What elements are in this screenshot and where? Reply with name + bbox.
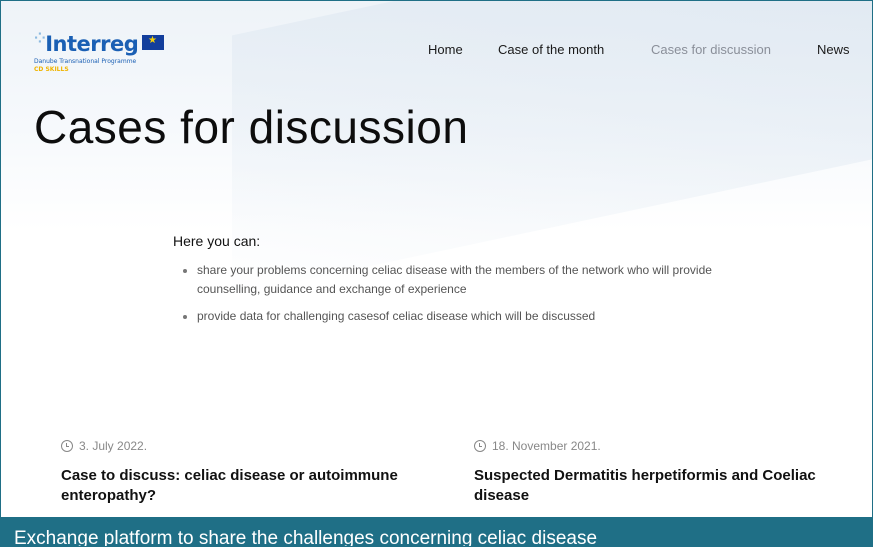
caption-band: Exchange platform to share the challenge… bbox=[1, 517, 872, 547]
nav-cases-for-discussion[interactable]: Cases for discussion bbox=[651, 42, 771, 57]
post-card[interactable]: 18. November 2021. Suspected Dermatitis … bbox=[474, 439, 834, 506]
logo-project: CD SKILLS bbox=[34, 66, 69, 73]
post-title-link[interactable]: Suspected Dermatitis herpetiformis and C… bbox=[474, 466, 834, 506]
intro-bullet: provide data for challenging casesof cel… bbox=[183, 307, 773, 326]
post-date: 18. November 2021. bbox=[474, 439, 834, 453]
post-card[interactable]: 3. July 2022. Case to discuss: celiac di… bbox=[61, 439, 421, 506]
post-date-text: 3. July 2022. bbox=[79, 439, 148, 453]
nav-case-of-the-month[interactable]: Case of the month bbox=[498, 42, 604, 57]
nav-home[interactable]: Home bbox=[428, 42, 463, 57]
page-frame: ⁘Interreg Danube Transnational Programme… bbox=[0, 0, 873, 547]
post-title-link[interactable]: Case to discuss: celiac disease or autoi… bbox=[61, 466, 421, 506]
nav-news[interactable]: News bbox=[817, 42, 850, 57]
clock-icon bbox=[474, 440, 486, 452]
clock-icon bbox=[61, 440, 73, 452]
intro-list: share your problems concerning celiac di… bbox=[173, 261, 773, 326]
logo-programme: Danube Transnational Programme bbox=[34, 58, 137, 65]
post-date: 3. July 2022. bbox=[61, 439, 421, 453]
post-date-text: 18. November 2021. bbox=[492, 439, 601, 453]
intro-section: Here you can: share your problems concer… bbox=[173, 233, 773, 334]
page-title: Cases for discussion bbox=[34, 101, 469, 153]
intro-heading: Here you can: bbox=[173, 233, 261, 249]
caption-text: Exchange platform to share the challenge… bbox=[14, 528, 598, 547]
intro-bullet: share your problems concerning celiac di… bbox=[183, 261, 773, 299]
main-nav: Home Case of the month Cases for discuss… bbox=[1, 42, 872, 58]
